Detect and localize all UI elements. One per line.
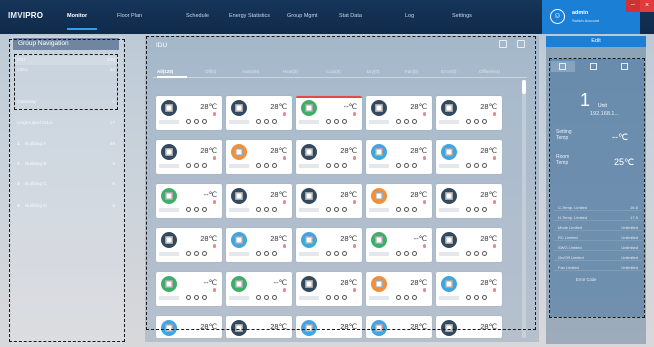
nav-item-monitor[interactable]: Monitor [67, 13, 87, 19]
main-dashed-outline [146, 36, 536, 330]
nav-item-log[interactable]: Log [405, 13, 414, 19]
app-logo: IMVIPRO [8, 11, 44, 20]
user-name: admin [572, 10, 589, 16]
minimize-button[interactable]: – [626, 0, 640, 12]
nav-item-stat-data[interactable]: Stat Data [339, 13, 362, 19]
detail-dashed-outline [549, 58, 645, 318]
active-nav-underline [67, 28, 97, 30]
nav-item-group-mgmt[interactable]: Group Mgmt [287, 13, 318, 19]
nav-item-floor-plan[interactable]: Floor Plan [117, 13, 142, 19]
nav-item-energy-statistics[interactable]: Energy Statistics [229, 13, 270, 19]
device-list-dashed-outline [14, 54, 118, 110]
user-icon: ☺ [550, 9, 565, 24]
edit-button[interactable]: Edit [546, 36, 646, 47]
close-window-button[interactable]: × [640, 0, 654, 12]
nav-item-schedule[interactable]: Schedule [186, 13, 209, 19]
nav-item-settings[interactable]: Settings [452, 13, 472, 19]
switch-account-link[interactable]: Switch Account [572, 18, 599, 23]
